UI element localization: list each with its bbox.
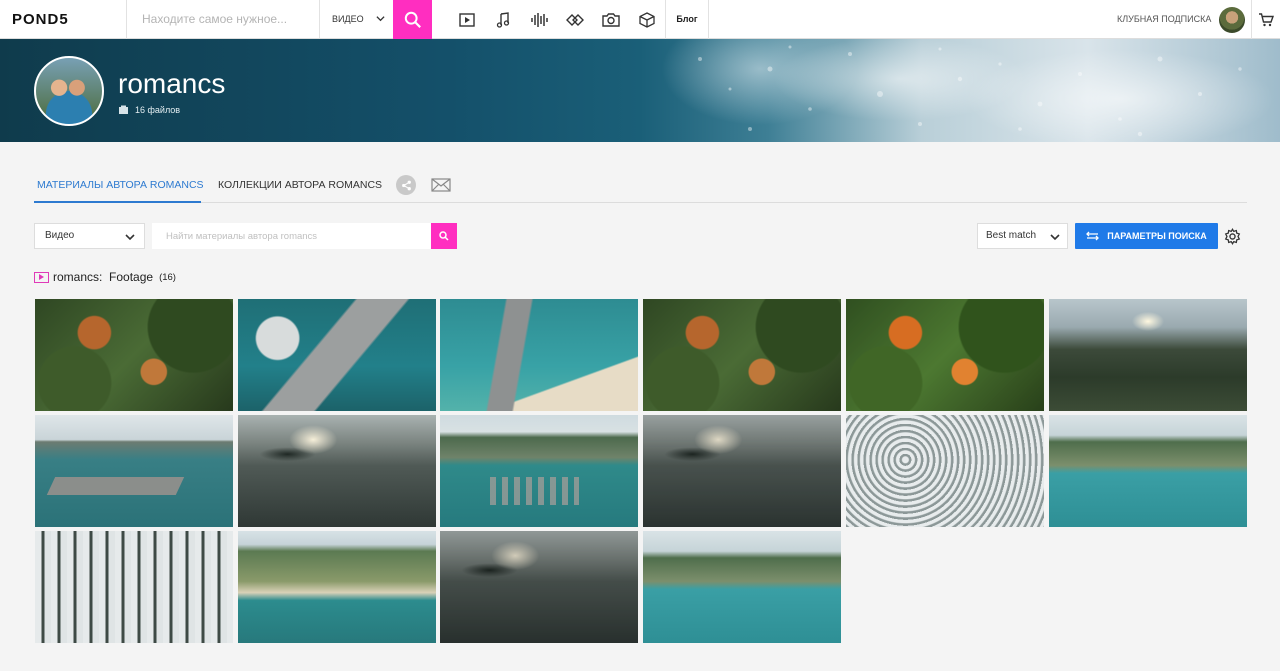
video-icon bbox=[34, 271, 49, 283]
cart-icon bbox=[1259, 12, 1274, 26]
banner-wave-texture bbox=[698, 45, 1242, 137]
top-navigation-bar: POND5 ВИДЕО Блог КЛУБНАЯ ПОДПИСКА bbox=[0, 0, 1280, 39]
search-icon bbox=[404, 11, 421, 28]
files-icon bbox=[119, 105, 128, 114]
footage-thumbnail[interactable] bbox=[643, 531, 841, 643]
search-type-label: ВИДЕО bbox=[332, 14, 364, 24]
cube-icon bbox=[639, 11, 655, 28]
author-tabs: МАТЕРИАЛЫ АВТОРА ROMANCS КОЛЛЕКЦИИ АВТОР… bbox=[34, 171, 1247, 203]
global-search-button[interactable] bbox=[393, 0, 432, 39]
file-count: 16 файлов bbox=[118, 105, 180, 115]
share-icon bbox=[401, 180, 411, 190]
footage-thumbnail[interactable] bbox=[1049, 299, 1247, 411]
footage-thumbnail[interactable] bbox=[1049, 415, 1247, 527]
gear-icon[interactable] bbox=[1224, 228, 1241, 245]
sort-dropdown[interactable]: Best match bbox=[977, 223, 1068, 249]
media-ae-button[interactable] bbox=[557, 0, 593, 39]
chevron-down-icon bbox=[1050, 234, 1060, 241]
search-params-label: ПАРАМЕТРЫ ПОИСКА bbox=[1107, 231, 1207, 241]
media-3d-button[interactable] bbox=[629, 0, 665, 39]
media-music-button[interactable] bbox=[485, 0, 521, 39]
search-type-dropdown[interactable]: ВИДЕО bbox=[319, 0, 393, 38]
author-name: romancs bbox=[118, 68, 226, 99]
search-icon bbox=[439, 231, 449, 241]
section-count: (16) bbox=[159, 271, 176, 283]
footage-section-heading: romancs: Footage (16) bbox=[34, 270, 176, 284]
user-avatar[interactable] bbox=[1219, 7, 1245, 33]
chevron-down-icon bbox=[125, 234, 135, 241]
sliders-icon bbox=[1086, 231, 1100, 241]
media-type-icons bbox=[449, 0, 665, 39]
tab-author-collections[interactable]: КОЛЛЕКЦИИ АВТОРА ROMANCS bbox=[218, 179, 382, 191]
footage-thumbnail[interactable] bbox=[846, 415, 1044, 527]
footage-thumbnail[interactable] bbox=[35, 415, 233, 527]
music-note-icon bbox=[496, 11, 510, 28]
section-title: romancs: Footage bbox=[53, 270, 154, 284]
media-type-filter-label: Видео bbox=[45, 230, 75, 241]
author-avatar bbox=[34, 56, 104, 126]
global-search-input[interactable] bbox=[127, 0, 319, 38]
blog-link[interactable]: Блог bbox=[665, 0, 709, 39]
club-subscription-link[interactable]: КЛУБНАЯ ПОДПИСКА bbox=[1117, 14, 1211, 24]
file-count-text: 16 файлов bbox=[135, 105, 181, 115]
footage-thumbnail[interactable] bbox=[238, 531, 436, 643]
footage-thumbnail[interactable] bbox=[440, 415, 638, 527]
media-type-filter[interactable]: Видео bbox=[34, 223, 145, 249]
active-tab-indicator bbox=[34, 201, 201, 203]
global-search: ВИДЕО bbox=[126, 0, 432, 39]
tab-author-materials[interactable]: МАТЕРИАЛЫ АВТОРА ROMANCS bbox=[37, 179, 204, 191]
media-video-button[interactable] bbox=[449, 0, 485, 39]
footage-thumbnail[interactable] bbox=[846, 299, 1044, 411]
footage-thumbnail[interactable] bbox=[643, 415, 841, 527]
footage-thumbnail[interactable] bbox=[35, 299, 233, 411]
media-photo-button[interactable] bbox=[593, 0, 629, 39]
author-search-input[interactable] bbox=[152, 223, 431, 249]
media-sfx-button[interactable] bbox=[521, 0, 557, 39]
author-banner: romancs 16 файлов bbox=[0, 39, 1280, 142]
after-effects-icon bbox=[566, 13, 584, 26]
footage-thumbnail[interactable] bbox=[643, 299, 841, 411]
share-button[interactable] bbox=[396, 175, 416, 195]
footage-thumbnail[interactable] bbox=[238, 299, 436, 411]
chevron-down-icon bbox=[376, 16, 385, 22]
cart-button[interactable] bbox=[1251, 0, 1280, 39]
pond5-logo[interactable]: POND5 bbox=[12, 11, 69, 28]
author-search-button[interactable] bbox=[431, 223, 457, 249]
footage-thumbnail[interactable] bbox=[238, 415, 436, 527]
footage-thumbnail[interactable] bbox=[35, 531, 233, 643]
mail-icon[interactable] bbox=[431, 178, 451, 192]
video-icon bbox=[459, 12, 475, 27]
footage-thumbnail[interactable] bbox=[440, 299, 638, 411]
search-params-button[interactable]: ПАРАМЕТРЫ ПОИСКА bbox=[1075, 223, 1218, 249]
camera-icon bbox=[602, 13, 620, 27]
footage-thumbnail[interactable] bbox=[440, 531, 638, 643]
sort-label: Best match bbox=[986, 230, 1037, 241]
sound-wave-icon bbox=[531, 12, 548, 27]
